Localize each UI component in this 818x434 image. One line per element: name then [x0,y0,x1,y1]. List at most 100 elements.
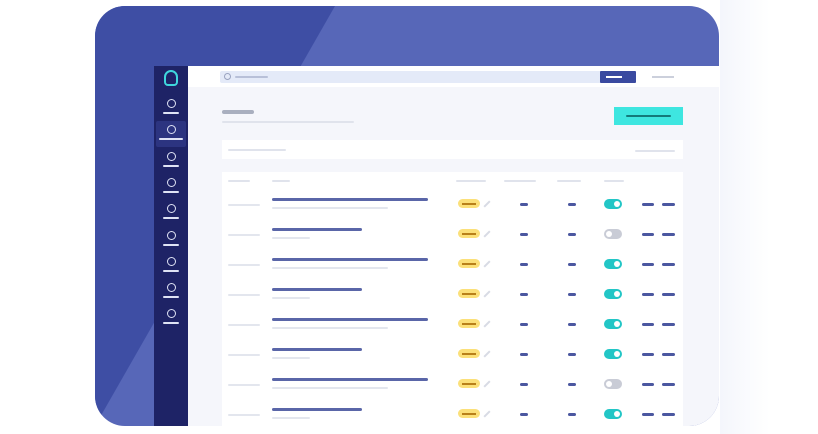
row-subtitle [272,387,388,389]
sidebar-item-label [163,112,179,114]
column-header [228,180,250,182]
row-title[interactable] [272,378,428,381]
enable-toggle[interactable] [604,349,622,359]
sidebar-item[interactable] [156,253,186,279]
enable-toggle[interactable] [604,259,622,269]
action-link[interactable] [662,293,675,296]
sidebar-item-label [163,243,179,246]
action-link[interactable] [662,323,675,326]
action-link[interactable] [642,353,654,356]
filter-dropdown[interactable] [228,149,286,151]
table-row[interactable] [222,348,683,372]
enable-toggle[interactable] [604,319,622,329]
action-link[interactable] [662,233,675,236]
table-row[interactable] [222,408,683,426]
value-dot [520,233,528,236]
action-link[interactable] [642,263,654,266]
home-icon [167,99,176,108]
sidebar-item-label [163,164,179,167]
page-title [222,110,254,114]
row-id [228,324,260,326]
value-dot [568,323,576,326]
pencil-icon[interactable] [483,350,491,358]
value-dot [568,383,576,386]
filter-bar [222,140,683,159]
user-menu[interactable] [652,76,674,78]
pencil-icon[interactable] [483,200,491,208]
action-link[interactable] [642,293,654,296]
row-title[interactable] [272,258,428,261]
sort-dropdown[interactable] [635,150,675,152]
row-id [228,234,260,236]
row-subtitle [272,267,388,269]
sidebar-item-label [163,296,179,299]
row-title[interactable] [272,318,428,321]
row-title[interactable] [272,198,428,201]
row-title[interactable] [272,408,362,411]
enable-toggle[interactable] [604,229,622,239]
row-title[interactable] [272,228,362,231]
column-header [604,180,624,182]
action-link[interactable] [662,383,675,386]
row-title[interactable] [272,288,362,291]
status-badge [458,409,480,418]
pencil-icon[interactable] [483,380,491,388]
sidebar-item[interactable] [156,305,186,331]
page-subtitle [222,121,354,123]
search-scope-dropdown[interactable] [600,71,636,83]
enable-toggle[interactable] [604,409,622,419]
pencil-icon[interactable] [483,320,491,328]
sidebar-item[interactable] [156,148,186,174]
table-row[interactable] [222,378,683,402]
table-row[interactable] [222,198,683,222]
sidebar-item[interactable] [156,121,186,148]
value-dot [568,293,576,296]
sidebar-item[interactable] [156,279,186,305]
pencil-icon[interactable] [483,290,491,298]
action-link[interactable] [662,413,675,416]
credit-card-icon [167,309,176,319]
enable-toggle[interactable] [604,199,622,209]
sidebar-item[interactable] [156,174,186,200]
status-badge [458,379,480,388]
sidebar [154,66,188,426]
sidebar-item[interactable] [156,95,186,121]
primary-action-button[interactable] [614,107,683,125]
row-id [228,414,260,416]
pencil-icon[interactable] [483,230,491,238]
row-id [228,294,260,296]
globe-icon [167,204,176,214]
action-link[interactable] [642,383,654,386]
enable-toggle[interactable] [604,289,622,299]
sidebar-item[interactable] [156,227,186,253]
sidebar-item[interactable] [156,200,186,226]
table-row[interactable] [222,258,683,282]
pencil-icon[interactable] [483,410,491,418]
action-link[interactable] [662,203,675,206]
value-dot [568,203,576,206]
value-dot [568,413,576,416]
search-placeholder [235,76,268,78]
action-link[interactable] [662,353,675,356]
row-subtitle [272,237,310,239]
enable-toggle[interactable] [604,379,622,389]
user-circle-icon [167,151,176,161]
sidebar-item-label [163,190,179,193]
action-link[interactable] [662,263,675,266]
table-row[interactable] [222,318,683,342]
row-subtitle [272,357,310,359]
row-title[interactable] [272,348,362,351]
pencil-icon[interactable] [483,260,491,268]
action-link[interactable] [642,203,654,206]
filter-icon [167,230,176,240]
table-row[interactable] [222,228,683,252]
table-row[interactable] [222,288,683,312]
action-link[interactable] [642,323,654,326]
warning-icon [167,256,176,266]
sidebar-item-label [163,322,179,325]
action-link[interactable] [642,413,654,416]
search-input[interactable] [220,71,636,83]
action-link[interactable] [642,233,654,236]
row-subtitle [272,207,388,209]
value-dot [520,323,528,326]
